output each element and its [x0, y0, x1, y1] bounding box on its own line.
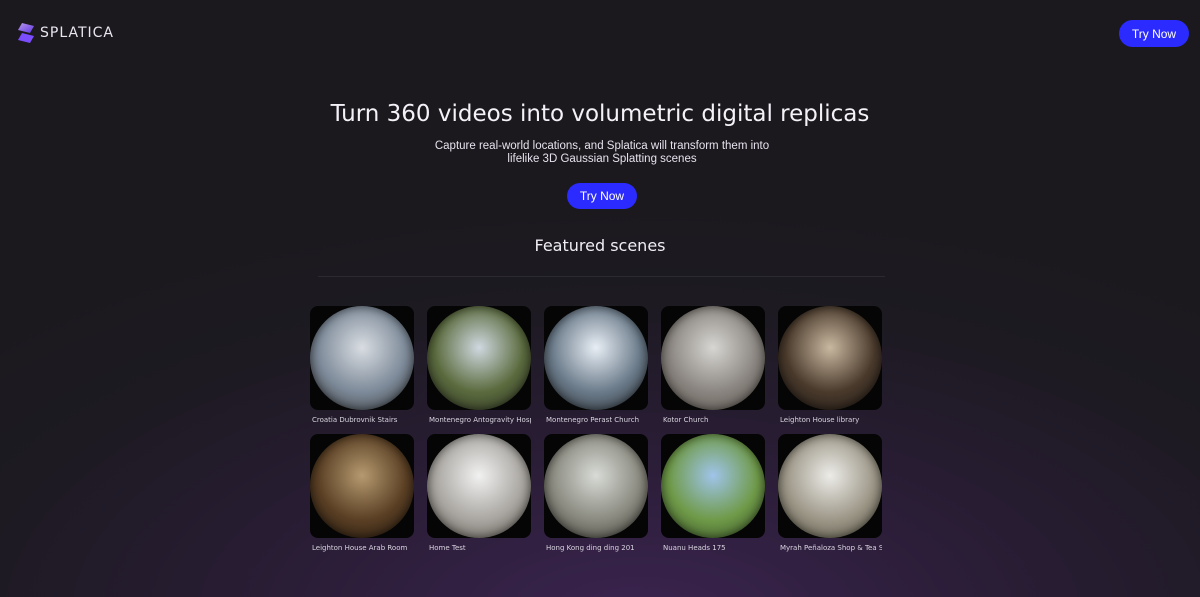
scene-orb — [544, 434, 648, 538]
scene-card[interactable]: Nuanu Heads 175 — [661, 434, 765, 562]
hero-subtitle-line1: Capture real-world locations, and Splati… — [434, 140, 770, 152]
scene-orb — [427, 434, 531, 538]
scene-orb — [661, 434, 765, 538]
scene-thumbnail[interactable] — [778, 434, 882, 538]
scene-thumbnail[interactable] — [427, 306, 531, 410]
try-now-button-hero[interactable]: Try Now — [567, 183, 637, 209]
scene-label: Leighton House Arab Room — [312, 544, 408, 552]
scene-thumbnail[interactable] — [661, 306, 765, 410]
scene-label: Kotor Church — [663, 416, 709, 424]
scene-label: Leighton House library — [780, 416, 860, 424]
header: SPLATICA Try Now — [0, 0, 1200, 66]
scene-orb — [778, 306, 882, 410]
scene-card[interactable]: Hong Kong ding ding 201 — [544, 434, 648, 562]
scene-label: Montenegro Perast Church — [546, 416, 640, 424]
scene-orb — [427, 306, 531, 410]
section-divider — [318, 276, 885, 277]
scene-label: Hong Kong ding ding 201 — [546, 544, 635, 552]
try-now-button-header[interactable]: Try Now — [1119, 20, 1189, 47]
scene-thumbnail[interactable] — [544, 434, 648, 538]
scene-thumbnail[interactable] — [310, 434, 414, 538]
scene-card[interactable]: Leighton House Arab Room — [310, 434, 414, 562]
scene-card[interactable]: Kotor Church — [661, 306, 765, 434]
hero-subtitle-line2: lifelike 3D Gaussian Splatting scenes — [507, 153, 697, 165]
scene-label: Montenegro Antogravity Hosp... — [429, 416, 531, 424]
scene-card[interactable]: Home Test — [427, 434, 531, 562]
scene-thumbnail[interactable] — [661, 434, 765, 538]
scene-orb — [661, 306, 765, 410]
logo[interactable]: SPLATICA — [16, 22, 114, 44]
scene-label: Home Test — [429, 544, 466, 552]
scene-label: Nuanu Heads 175 — [663, 544, 726, 552]
scene-card[interactable]: Croatia Dubrovnik Stairs — [310, 306, 414, 434]
splatica-logo-icon — [16, 22, 36, 44]
scene-card[interactable]: Montenegro Antogravity Hosp... — [427, 306, 531, 434]
scene-orb — [310, 306, 414, 410]
featured-scenes-title: Featured scenes — [534, 236, 666, 255]
scene-orb — [310, 434, 414, 538]
scene-orb — [544, 306, 648, 410]
hero-subtitle: Capture real-world locations, and Splati… — [400, 140, 804, 166]
scene-thumbnail[interactable] — [310, 306, 414, 410]
scene-card[interactable]: Myrah Peñaloza Shop & Tea S... — [778, 434, 882, 562]
scene-thumbnail[interactable] — [544, 306, 648, 410]
scene-card[interactable]: Montenegro Perast Church — [544, 306, 648, 434]
scene-thumbnail[interactable] — [778, 306, 882, 410]
scene-label: Croatia Dubrovnik Stairs — [312, 416, 398, 424]
scene-label: Myrah Peñaloza Shop & Tea S... — [780, 544, 882, 552]
logo-text: SPLATICA — [40, 25, 114, 41]
hero-title: Turn 360 videos into volumetric digital … — [330, 101, 870, 127]
scene-orb — [778, 434, 882, 538]
scene-thumbnail[interactable] — [427, 434, 531, 538]
scene-grid: Croatia Dubrovnik Stairs Montenegro Anto… — [310, 306, 890, 562]
scene-card[interactable]: Leighton House library — [778, 306, 882, 434]
